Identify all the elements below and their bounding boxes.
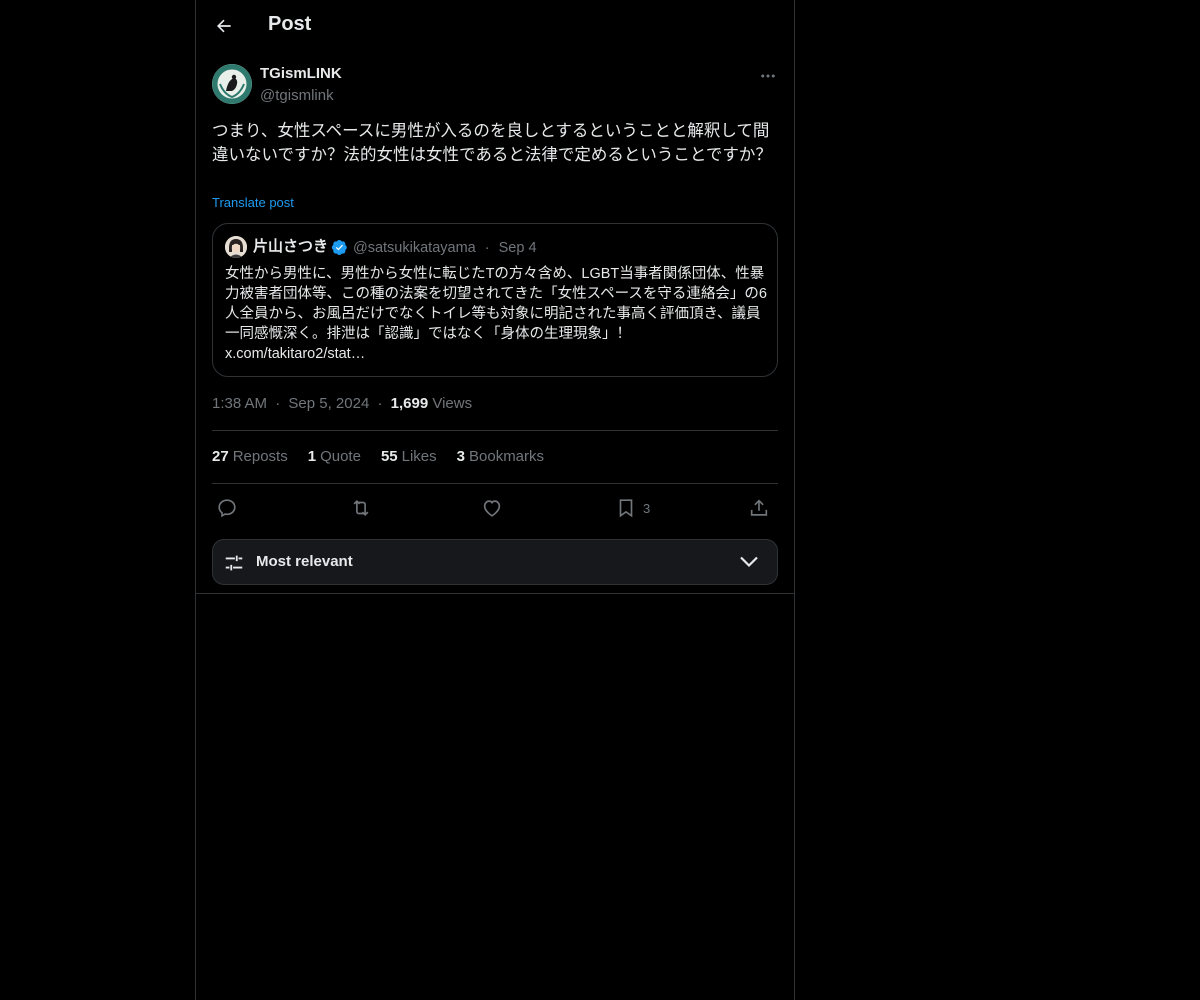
separator-dot: ·: [377, 395, 383, 412]
author-avatar[interactable]: [212, 64, 252, 104]
translate-post-link[interactable]: Translate post: [212, 195, 294, 211]
page-title: Post: [268, 13, 312, 35]
repost-button[interactable]: [349, 495, 373, 521]
reposts-count: 27: [212, 448, 229, 465]
quote-link[interactable]: x.com/takitaro2/stat…: [225, 346, 365, 362]
views-count: 1,699: [390, 395, 429, 412]
quoted-post[interactable]: 片山さつき @satsukikatayama · Sep 4 女性から男性に、男…: [212, 223, 778, 377]
views-label: Views: [432, 395, 473, 412]
likes-count: 55: [380, 448, 398, 465]
separator-dot: ·: [484, 240, 490, 256]
bookmark-button[interactable]: 3: [615, 495, 650, 521]
sort-label: Most relevant: [256, 553, 353, 570]
tgismlink-logo-icon: [212, 64, 252, 104]
engagement-stats: 27 Reposts 1 Quote 55 Likes 3 Bookmarks: [212, 447, 544, 467]
quote-author-handle: @satsukikatayama: [353, 240, 476, 256]
divider: [196, 593, 794, 594]
repost-icon: [353, 499, 369, 517]
action-bar: 3: [212, 495, 778, 521]
back-button[interactable]: [208, 10, 240, 42]
author-name[interactable]: TGismLINK: [260, 64, 342, 84]
post-timestamp: 1:38 AM · Sep 5, 2024 · 1,699 Views: [212, 394, 472, 414]
arrow-left-icon: [217, 19, 231, 33]
likes-label: Likes: [401, 448, 437, 465]
bookmarks-label: Bookmarks: [469, 448, 545, 465]
like-button[interactable]: [481, 495, 503, 521]
divider: [212, 430, 778, 431]
profile-photo-icon: [225, 236, 247, 258]
page-header: Post: [196, 0, 794, 53]
share-button[interactable]: [748, 495, 770, 521]
heart-icon: [483, 500, 501, 517]
quotes-count: 1: [307, 448, 317, 465]
separator-dot: ·: [275, 395, 281, 412]
quotes-label: Quote: [320, 448, 361, 465]
post-text: つまり、女性スペースに男性が入るのを良しとするということと解釈して間違いないです…: [212, 122, 772, 164]
quote-body: 女性から男性に、男性から女性に転じたTの方々含め、LGBT当事者関係団体、性暴力…: [225, 266, 767, 342]
reply-icon: [218, 499, 236, 518]
sliders-icon: [225, 555, 243, 571]
more-options-button[interactable]: [756, 64, 780, 88]
quote-author-name: 片山さつき: [253, 238, 329, 255]
reposts-label: Reposts: [232, 448, 288, 465]
share-icon: [750, 499, 768, 516]
quote-text: 女性から男性に、男性から女性に転じたTの方々含め、LGBT当事者関係団体、性暴力…: [225, 264, 770, 364]
divider: [212, 483, 778, 484]
quote-date: Sep 4: [498, 240, 537, 256]
more-horizontal-icon: [761, 74, 775, 78]
reply-sort-dropdown[interactable]: Most relevant: [212, 539, 778, 585]
chevron-down-icon: [740, 556, 758, 568]
likes-stat[interactable]: 55 Likes: [381, 447, 437, 467]
quotes-stat[interactable]: 1 Quote: [308, 447, 361, 467]
post-date[interactable]: Sep 5, 2024: [288, 395, 369, 412]
bookmark-count: 3: [643, 500, 651, 516]
main-column: Post TGismLINK @tgismlink つまり、女性スペースに男性が…: [195, 0, 795, 1000]
bookmarks-count: 3: [456, 448, 465, 465]
bookmark-icon: [619, 499, 633, 518]
quote-author-avatar: [225, 236, 247, 258]
bookmarks-stat[interactable]: 3 Bookmarks: [457, 447, 544, 467]
quote-meta: @satsukikatayama · Sep 4: [353, 238, 537, 258]
author-handle[interactable]: @tgismlink: [260, 86, 334, 106]
verified-badge-icon: [331, 240, 347, 255]
reply-button[interactable]: [216, 495, 238, 521]
reposts-stat[interactable]: 27 Reposts: [212, 447, 288, 467]
post-time[interactable]: 1:38 AM: [212, 395, 267, 412]
